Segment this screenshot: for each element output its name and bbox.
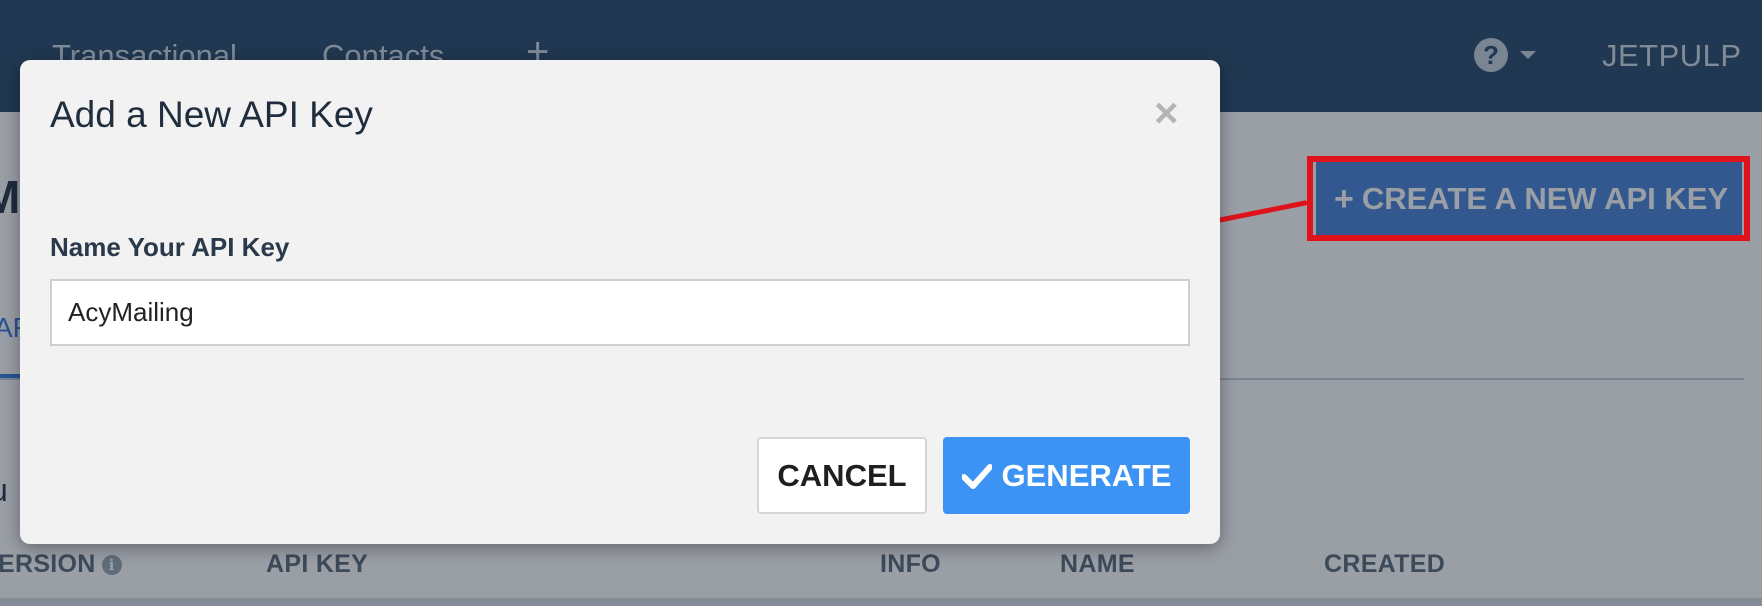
dialog-title: Add a New API Key	[50, 94, 373, 135]
api-key-name-input[interactable]	[50, 279, 1190, 346]
generate-button[interactable]: GENERATE	[943, 437, 1190, 514]
add-api-key-dialog: Add a New API Key × Name Your API Key CA…	[20, 60, 1220, 544]
checkmark-icon	[961, 463, 992, 489]
api-key-name-label: Name Your API Key	[50, 232, 290, 262]
highlight-box	[1307, 156, 1750, 241]
close-icon[interactable]: ×	[1154, 92, 1179, 134]
cancel-button[interactable]: CANCEL	[757, 437, 927, 514]
generate-label: GENERATE	[1001, 457, 1172, 493]
